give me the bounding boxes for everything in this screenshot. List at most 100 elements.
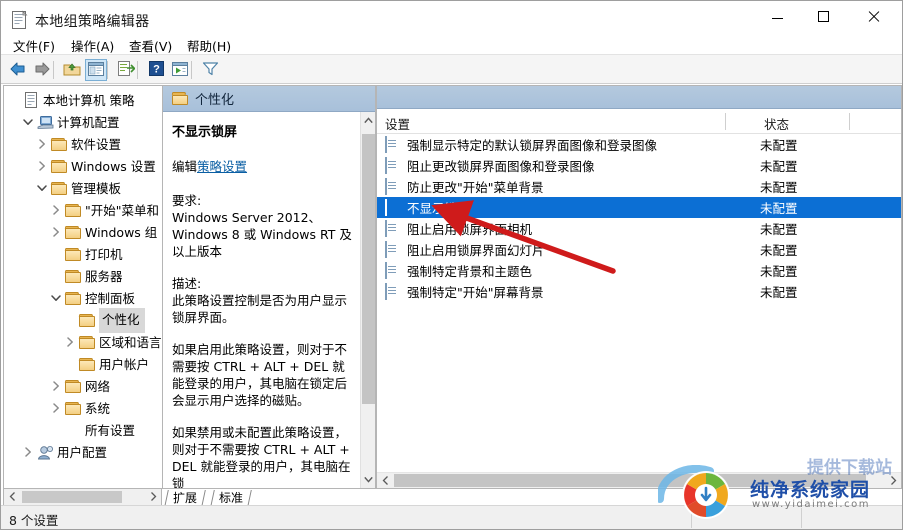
- tree-item[interactable]: Windows 组: [4, 221, 162, 243]
- show-hide-tree-button[interactable]: [85, 59, 107, 81]
- setting-state: 未配置: [760, 243, 798, 258]
- folder-icon: [50, 158, 68, 174]
- tree-item[interactable]: 系统: [4, 397, 162, 419]
- status-bar: 8 个设置: [1, 505, 902, 529]
- close-icon: [867, 10, 880, 23]
- filter-button[interactable]: [199, 59, 221, 81]
- scroll-right-icon[interactable]: [145, 489, 161, 504]
- requirements-text: Windows Server 2012、Windows 8 或 Windows …: [172, 210, 352, 259]
- tree-item[interactable]: 用户配置: [4, 441, 162, 463]
- chevron-right-icon[interactable]: [34, 155, 50, 177]
- forward-button[interactable]: [31, 59, 53, 81]
- table-row[interactable]: 阻止启用锁屏界面幻灯片 未配置: [377, 239, 901, 260]
- console-tree[interactable]: 本地计算机 策略计算机配置 软件设置 Windows 设置 管理模板 "开始"菜单和 Wi…: [4, 86, 162, 488]
- console-tree-pane: 本地计算机 策略计算机配置 软件设置 Windows 设置 管理模板 "开始"菜单和 Wi…: [3, 85, 162, 489]
- scroll-left-icon[interactable]: [4, 489, 20, 504]
- tree-item[interactable]: 区域和语言: [4, 331, 162, 353]
- tree-item[interactable]: "开始"菜单和: [4, 199, 162, 221]
- scroll-thumb[interactable]: [394, 474, 866, 487]
- chevron-down-icon[interactable]: [20, 111, 36, 133]
- description-pane-header: 个性化: [163, 86, 375, 112]
- maximize-button[interactable]: [800, 1, 846, 31]
- computer-icon: [36, 114, 54, 130]
- folder-up-icon: [63, 61, 81, 80]
- tree-item-label: 用户帐户: [99, 356, 150, 372]
- table-row[interactable]: 不显示锁屏 未配置: [377, 197, 901, 218]
- scroll-down-icon[interactable]: [361, 471, 375, 488]
- chevron-down-icon[interactable]: [48, 287, 64, 309]
- toolbar-separator: [137, 61, 138, 79]
- menu-file[interactable]: 文件(F): [9, 35, 59, 56]
- scroll-thumb[interactable]: [22, 491, 122, 503]
- description-vertical-scrollbar[interactable]: [360, 112, 375, 488]
- tree-item[interactable]: 服务器: [4, 265, 162, 287]
- tree-item-label: 本地计算机 策略: [43, 92, 135, 108]
- tree-horizontal-scrollbar[interactable]: [3, 489, 162, 506]
- edit-policy-setting-link[interactable]: 策略设置: [197, 159, 247, 174]
- tree-item[interactable]: 软件设置: [4, 133, 162, 155]
- chevron-down-icon[interactable]: [34, 177, 50, 199]
- chevron-right-icon[interactable]: [34, 133, 50, 155]
- setting-state: 未配置: [760, 264, 798, 279]
- folder-icon: [64, 290, 82, 306]
- scroll-thumb[interactable]: [362, 134, 375, 404]
- table-row[interactable]: 强制特定"开始"屏幕背景 未配置: [377, 281, 901, 302]
- tree-item[interactable]: 所有设置: [4, 419, 162, 441]
- show-hide-tree-icon: [88, 61, 104, 79]
- folder-icon: [78, 312, 96, 328]
- table-row[interactable]: 阻止更改锁屏界面图像和登录图像 未配置: [377, 155, 901, 176]
- tree-item[interactable]: 计算机配置: [4, 111, 162, 133]
- scroll-up-icon[interactable]: [361, 112, 375, 129]
- tree-item[interactable]: 个性化: [4, 307, 162, 333]
- tree-item[interactable]: 本地计算机 策略: [4, 89, 162, 111]
- table-row[interactable]: 强制特定背景和主题色 未配置: [377, 260, 901, 281]
- column-header-setting[interactable]: 设置: [385, 114, 410, 133]
- settings-list[interactable]: 强制显示特定的默认锁屏界面图像和登录图像 未配置 阻止更改锁屏界面图像和登录图像 未配…: [377, 134, 901, 466]
- table-row[interactable]: 防止更改"开始"菜单背景 未配置: [377, 176, 901, 197]
- chevron-right-icon[interactable]: [62, 331, 78, 353]
- menu-view[interactable]: 查看(V): [125, 35, 176, 56]
- folder-icon: [64, 268, 82, 284]
- scroll-left-icon[interactable]: [377, 473, 393, 488]
- policy-editor-icon: [10, 10, 29, 30]
- properties-window-button[interactable]: [169, 59, 191, 81]
- toolbar: ?: [1, 54, 902, 84]
- table-row[interactable]: 强制显示特定的默认锁屏界面图像和登录图像 未配置: [377, 134, 901, 155]
- chevron-right-icon[interactable]: [48, 221, 64, 243]
- tree-item[interactable]: 网络: [4, 375, 162, 397]
- setting-name: 强制特定"开始"屏幕背景: [407, 285, 544, 300]
- export-list-button[interactable]: [115, 59, 137, 81]
- chevron-right-icon[interactable]: [48, 199, 64, 221]
- setting-name: 强制显示特定的默认锁屏界面图像和登录图像: [407, 138, 658, 153]
- setting-state: 未配置: [760, 201, 798, 216]
- chevron-right-icon[interactable]: [48, 397, 64, 419]
- close-button[interactable]: [850, 1, 896, 31]
- scroll-right-icon[interactable]: [885, 473, 901, 488]
- chevron-right-icon[interactable]: [48, 375, 64, 397]
- back-button[interactable]: [7, 59, 29, 81]
- arrow-left-icon: [9, 61, 27, 80]
- folder-icon: [64, 378, 82, 394]
- tree-item[interactable]: Windows 设置: [4, 155, 162, 177]
- column-divider[interactable]: [725, 113, 726, 130]
- description-header-title: 个性化: [195, 93, 235, 108]
- table-row[interactable]: 阻止启用锁屏界面相机 未配置: [377, 218, 901, 239]
- tree-item[interactable]: 用户帐户: [4, 353, 162, 375]
- column-divider[interactable]: [849, 113, 850, 130]
- tree-item[interactable]: 控制面板: [4, 287, 162, 309]
- help-button[interactable]: ?: [145, 59, 167, 81]
- setting-state: 未配置: [760, 138, 798, 153]
- requirements-block: 要求: Windows Server 2012、Windows 8 或 Wind…: [172, 192, 352, 260]
- menu-action[interactable]: 操作(A): [67, 35, 118, 56]
- list-horizontal-scrollbar[interactable]: [377, 472, 901, 488]
- tree-item-label: 控制面板: [85, 290, 136, 306]
- menu-help[interactable]: 帮助(H): [183, 35, 235, 56]
- minimize-button[interactable]: [754, 1, 800, 31]
- tree-item[interactable]: 管理模板: [4, 177, 162, 199]
- folder-icon: [50, 136, 68, 152]
- column-header-state[interactable]: 状态: [764, 114, 789, 133]
- chevron-right-icon[interactable]: [20, 441, 36, 463]
- up-folder-button[interactable]: [61, 59, 83, 81]
- tree-item[interactable]: 打印机: [4, 243, 162, 265]
